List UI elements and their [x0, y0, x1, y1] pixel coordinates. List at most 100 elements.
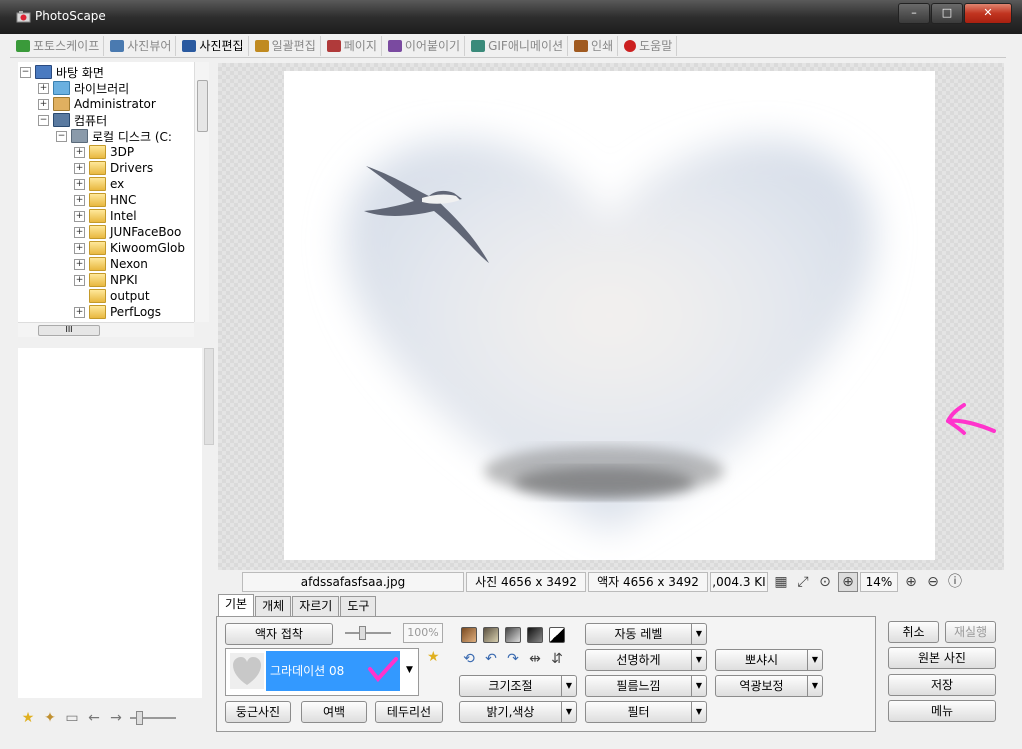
tab-object[interactable]: 개체	[255, 596, 292, 616]
edited-photo[interactable]	[284, 71, 935, 560]
expand-icon[interactable]: +	[74, 242, 85, 254]
panel-splitter[interactable]	[204, 348, 214, 445]
tree-item[interactable]: + 라이브러리	[38, 80, 129, 96]
close-button[interactable]: ✕	[964, 3, 1012, 24]
forward-arrow-icon[interactable]: →	[108, 710, 124, 726]
brightness-color-dropdown[interactable]: 밝기,색상 ▼	[459, 701, 577, 723]
tree-item[interactable]: + Intel	[74, 208, 137, 224]
back-arrow-icon[interactable]: ←	[86, 710, 102, 726]
expand-icon[interactable]: +	[38, 82, 49, 94]
expand-icon[interactable]: +	[74, 274, 85, 286]
tree-item[interactable]: − 바탕 화면	[20, 64, 104, 80]
dropdown-arrow-icon[interactable]: ▼	[406, 665, 413, 675]
frame-selector[interactable]: 그라데이션 08 ▼	[225, 648, 419, 696]
folder-tree[interactable]: − 바탕 화면 + 라이브러리 + Administrator − 컴퓨터 − 로컬 디스…	[18, 62, 194, 322]
dropdown-arrow-icon[interactable]: ▼	[692, 675, 707, 697]
save-button[interactable]: 저장	[888, 674, 996, 696]
tab-page[interactable]: 페이지	[321, 35, 382, 56]
tree-item[interactable]: + KiwoomGlob	[74, 240, 185, 256]
tree-item[interactable]: + ex	[74, 176, 124, 192]
original-photo-button[interactable]: 원본 사진	[888, 647, 996, 669]
tab-crop[interactable]: 자르기	[292, 596, 340, 616]
border-button[interactable]: 테두리선	[375, 701, 443, 723]
expand-icon[interactable]: +	[74, 194, 85, 206]
dropdown-arrow-icon[interactable]: ▼	[692, 623, 707, 645]
tab-print[interactable]: 인쇄	[568, 35, 619, 56]
frame-slider[interactable]	[345, 626, 391, 640]
antique-icon[interactable]	[483, 627, 499, 643]
tab-batch-editor[interactable]: 일괄편집	[249, 35, 321, 56]
tab-combine[interactable]: 이어붙이기	[382, 35, 466, 56]
rotate-left-icon[interactable]: ⟲	[461, 651, 477, 667]
soften-dropdown[interactable]: 뽀샤시 ▼	[715, 649, 823, 671]
flip-vertical-icon[interactable]: ⇵	[549, 651, 565, 667]
dropdown-arrow-icon[interactable]: ▼	[562, 701, 577, 723]
collapse-icon[interactable]: −	[56, 130, 67, 142]
grayscale-icon[interactable]	[505, 627, 521, 643]
zoom-fit-icon[interactable]: ⊕	[838, 572, 858, 592]
filter-dropdown[interactable]: 필터 ▼	[585, 701, 707, 723]
tree-item[interactable]: − 로컬 디스크 (C:	[56, 128, 172, 144]
scrollbar-thumb[interactable]: III	[38, 325, 100, 336]
expand-icon[interactable]: +	[74, 210, 85, 222]
collapse-icon[interactable]: −	[38, 114, 49, 126]
checkerboard-icon[interactable]: ▦	[772, 573, 790, 591]
expand-icon[interactable]: +	[74, 226, 85, 238]
resize-dropdown[interactable]: 크기조절 ▼	[459, 675, 577, 697]
menu-button[interactable]: 메뉴	[888, 700, 996, 722]
margin-button[interactable]: 여백	[301, 701, 367, 723]
expand-icon[interactable]: +	[74, 146, 85, 158]
expand-icon[interactable]: +	[38, 98, 49, 110]
favorite-add-icon[interactable]: ✦	[42, 710, 58, 726]
dropdown-arrow-icon[interactable]: ▼	[692, 649, 707, 671]
dropdown-arrow-icon[interactable]: ▼	[562, 675, 577, 697]
favorite-star-icon[interactable]: ★	[427, 649, 440, 665]
flip-horizontal-icon[interactable]: ⇹	[527, 651, 543, 667]
thumbnail-size-slider[interactable]	[130, 711, 176, 725]
undo-button[interactable]: 취소	[888, 621, 939, 643]
film-effect-dropdown[interactable]: 필름느낌 ▼	[585, 675, 707, 697]
frame-percent-field[interactable]: 100%	[403, 623, 443, 643]
dropdown-arrow-icon[interactable]: ▼	[808, 649, 823, 671]
info-icon[interactable]: ⓘ	[946, 573, 964, 591]
star-icon[interactable]: ★	[20, 710, 36, 726]
negative-icon[interactable]	[549, 627, 565, 643]
frame-fit-button[interactable]: 액자 접착	[225, 623, 333, 645]
image-canvas[interactable]	[218, 63, 1004, 570]
tree-item[interactable]: + PerfLogs	[74, 304, 161, 320]
tree-item[interactable]: + HNC	[74, 192, 136, 208]
tree-item[interactable]: output	[74, 288, 150, 304]
slider-knob[interactable]	[359, 626, 366, 640]
zoom-out-icon[interactable]: ⊖	[924, 573, 942, 591]
tab-basic[interactable]: 기본	[218, 594, 255, 616]
black-white-icon[interactable]	[527, 627, 543, 643]
expand-icon[interactable]: +	[74, 178, 85, 190]
tab-gif-animation[interactable]: GIF애니메이션	[465, 35, 569, 56]
tab-help[interactable]: 도움말	[618, 35, 678, 56]
expand-icon[interactable]: +	[74, 258, 85, 270]
redo-button[interactable]: 재실행	[945, 621, 996, 643]
zoom-in-icon[interactable]: ⊕	[902, 573, 920, 591]
dropdown-arrow-icon[interactable]: ▼	[692, 701, 707, 723]
tree-item[interactable]: +3DP	[74, 144, 134, 160]
scrollbar-thumb[interactable]	[197, 80, 208, 132]
backlight-dropdown[interactable]: 역광보정 ▼	[715, 675, 823, 697]
rotate-cw-icon[interactable]: ↷	[505, 651, 521, 667]
collapse-icon[interactable]: −	[20, 66, 31, 78]
sharpen-dropdown[interactable]: 선명하게 ▼	[585, 649, 707, 671]
rotate-ccw-icon[interactable]: ↶	[483, 651, 499, 667]
tree-item[interactable]: + NPKI	[74, 272, 138, 288]
maximize-button[interactable]: □	[931, 3, 963, 24]
tree-item[interactable]: + JUNFaceBoo	[74, 224, 181, 240]
fit-screen-icon[interactable]: ⤢	[794, 573, 812, 591]
tree-item[interactable]: + Administrator	[38, 96, 156, 112]
round-photo-button[interactable]: 둥근사진	[225, 701, 291, 723]
tab-photoscape[interactable]: 포토스케이프	[10, 35, 105, 56]
tab-tools[interactable]: 도구	[340, 596, 377, 616]
minimize-button[interactable]: –	[898, 3, 930, 24]
tab-photo-editor[interactable]: 사진편집	[176, 35, 249, 56]
tab-photo-viewer[interactable]: 사진뷰어	[104, 35, 177, 56]
tree-horizontal-scrollbar[interactable]: III	[18, 322, 194, 337]
slider-knob[interactable]	[136, 711, 143, 725]
tree-vertical-scrollbar[interactable]	[194, 62, 209, 322]
